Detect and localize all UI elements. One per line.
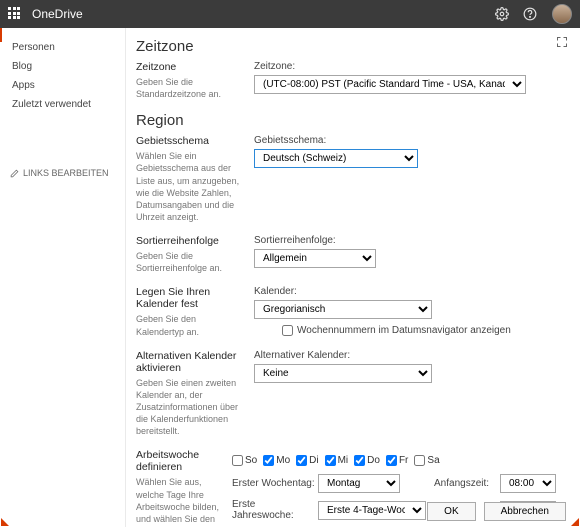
kalender-select[interactable]: Gregorianisch: [254, 300, 432, 319]
nav-item[interactable]: Zuletzt verwendet: [0, 95, 125, 114]
dialog-footer: OK Abbrechen: [427, 502, 566, 521]
edit-links[interactable]: LINKS BEARBEITEN: [10, 168, 109, 178]
settings-icon[interactable]: [494, 6, 510, 22]
firstweek-label: Erste Jahreswoche:: [232, 499, 318, 521]
weeknum-label: Wochennummern im Datumsnavigator anzeige…: [297, 325, 511, 336]
day-mi[interactable]: [325, 455, 336, 466]
gebiet-field-label: Gebietsschema:: [254, 135, 564, 146]
sort-desc: Geben Sie die Sortierreihenfolge an.: [136, 250, 246, 274]
nav-item[interactable]: Blog: [0, 57, 125, 76]
gebiet-label: Gebietsschema: [136, 135, 246, 147]
fullscreen-icon[interactable]: [556, 36, 568, 48]
top-bar: OneDrive: [0, 0, 580, 28]
kalender-field-label: Kalender:: [254, 286, 564, 297]
firstweek-select[interactable]: Erste 4-Tage-Woche: [318, 501, 426, 520]
day-so[interactable]: [232, 455, 243, 466]
section-title-region: Region: [136, 112, 564, 129]
weeknum-checkbox[interactable]: [282, 325, 293, 336]
section-title-zeitzone: Zeitzone: [136, 38, 564, 55]
workdays-group: So Mo Di Mi Do Fr Sa: [232, 455, 564, 466]
altkal-label: Alternativen Kalender aktivieren: [136, 350, 246, 374]
zeitzone-desc: Geben Sie die Standardzeitzone an.: [136, 76, 246, 100]
day-fr[interactable]: [386, 455, 397, 466]
edit-links-label: LINKS BEARBEITEN: [23, 168, 109, 178]
brand-title: OneDrive: [32, 7, 83, 21]
sort-select[interactable]: Allgemein: [254, 249, 376, 268]
day-do[interactable]: [354, 455, 365, 466]
woche-desc: Wählen Sie aus, welche Tage Ihre Arbeits…: [136, 476, 224, 527]
sort-label: Sortierreihenfolge: [136, 235, 246, 247]
gebiet-select[interactable]: Deutsch (Schweiz): [254, 149, 418, 168]
avatar[interactable]: [552, 4, 572, 24]
zeitzone-label: Zeitzone: [136, 61, 246, 73]
resize-corner-icon: [1, 518, 9, 526]
kalender-label: Legen Sie Ihren Kalender fest: [136, 286, 246, 310]
kalender-desc: Geben Sie den Kalendertyp an.: [136, 313, 246, 337]
ok-button[interactable]: OK: [427, 502, 475, 521]
firstday-label: Erster Wochentag:: [232, 478, 318, 489]
nav-item[interactable]: Apps: [0, 76, 125, 95]
woche-label: Arbeitswoche definieren: [136, 449, 224, 473]
zeitzone-select[interactable]: (UTC-08:00) PST (Pacific Standard Time -…: [254, 75, 526, 94]
app-launcher-icon[interactable]: [8, 7, 22, 21]
cancel-button[interactable]: Abbrechen: [484, 502, 566, 521]
resize-corner-icon: [571, 518, 579, 526]
sort-field-label: Sortierreihenfolge:: [254, 235, 564, 246]
day-di[interactable]: [296, 455, 307, 466]
left-nav: Personen Blog Apps Zuletzt verwendet LIN…: [0, 28, 126, 527]
altkal-select[interactable]: Keine: [254, 364, 432, 383]
main-panel: Zeitzone Zeitzone Geben Sie die Standard…: [126, 28, 580, 527]
start-label: Anfangszeit:: [434, 478, 500, 489]
firstday-select[interactable]: Montag: [318, 474, 400, 493]
altkal-field-label: Alternativer Kalender:: [254, 350, 564, 361]
day-mo[interactable]: [263, 455, 274, 466]
gebiet-desc: Wählen Sie ein Gebietsschema aus der Lis…: [136, 150, 246, 223]
day-sa[interactable]: [414, 455, 425, 466]
help-icon[interactable]: [522, 6, 538, 22]
start-select[interactable]: 08:00: [500, 474, 556, 493]
zeitzone-field-label: Zeitzone:: [254, 61, 564, 72]
altkal-desc: Geben Sie einen zweiten Kalender an, der…: [136, 377, 246, 438]
pencil-icon: [10, 169, 19, 178]
nav-item[interactable]: Personen: [0, 38, 125, 57]
